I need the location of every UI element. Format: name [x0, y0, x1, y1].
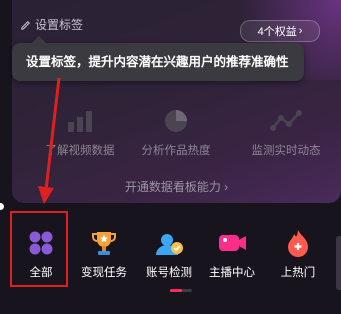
tool-label: 上热门 [280, 267, 316, 279]
feature-label: 分析作品热度 [141, 145, 211, 157]
right-edge-panel [336, 236, 341, 290]
open-board-label: 开通数据看板能力 [124, 180, 221, 194]
tool-label: 账号检测 [146, 267, 192, 279]
tooltip-notch [32, 36, 46, 43]
annotation-highlight-box [10, 211, 68, 287]
page-dot [0, 203, 4, 210]
health-check-icon [156, 234, 183, 255]
tag-tooltip: 设置标签，提升内容潜在兴趣用户的推荐准确性 [12, 36, 304, 81]
pie-chart-icon [165, 110, 187, 132]
line-trend-icon [270, 110, 302, 131]
feature-label: 了解视频数据 [45, 145, 115, 157]
chevron-right-icon: › [224, 180, 229, 194]
tooltip-text: 设置标签，提升内容潜在兴趣用户的推荐准确性 [26, 55, 289, 69]
scroll-thumb [170, 289, 182, 292]
pencil-icon [21, 20, 30, 30]
open-data-board-link[interactable]: 开通数据看板能力 › [12, 178, 341, 195]
tray-scroll-indicator [170, 289, 192, 292]
video-camera-icon [219, 235, 246, 251]
chevron-right-icon: › [298, 25, 303, 37]
trophy-icon [92, 232, 116, 255]
flame-icon [288, 230, 308, 257]
set-tag-label: 设置标签 [35, 18, 84, 32]
tool-streamer-center[interactable]: 主播中心 [202, 228, 262, 280]
benefits-label: 4个权益 [257, 26, 297, 38]
tool-account-check[interactable]: 账号检测 [139, 228, 199, 280]
feature-work-heat: 分析作品热度 [126, 108, 226, 158]
bar-chart-icon [68, 111, 92, 132]
benefits-button[interactable]: 4个权益 › [240, 20, 320, 42]
tool-monetize-tasks[interactable]: 变现任务 [74, 228, 134, 280]
tool-label: 主播中心 [209, 267, 255, 279]
tool-go-trending[interactable]: 上热门 [268, 228, 328, 280]
feature-label: 监测实时动态 [251, 145, 321, 157]
tool-label: 变现任务 [81, 267, 127, 279]
feature-list: 了解视频数据 分析作品热度 监测实时动态 [12, 108, 341, 158]
set-tag-link[interactable]: 设置标签 [20, 16, 83, 33]
feature-video-data: 了解视频数据 [30, 108, 130, 158]
feature-realtime: 监测实时动态 [236, 108, 336, 158]
